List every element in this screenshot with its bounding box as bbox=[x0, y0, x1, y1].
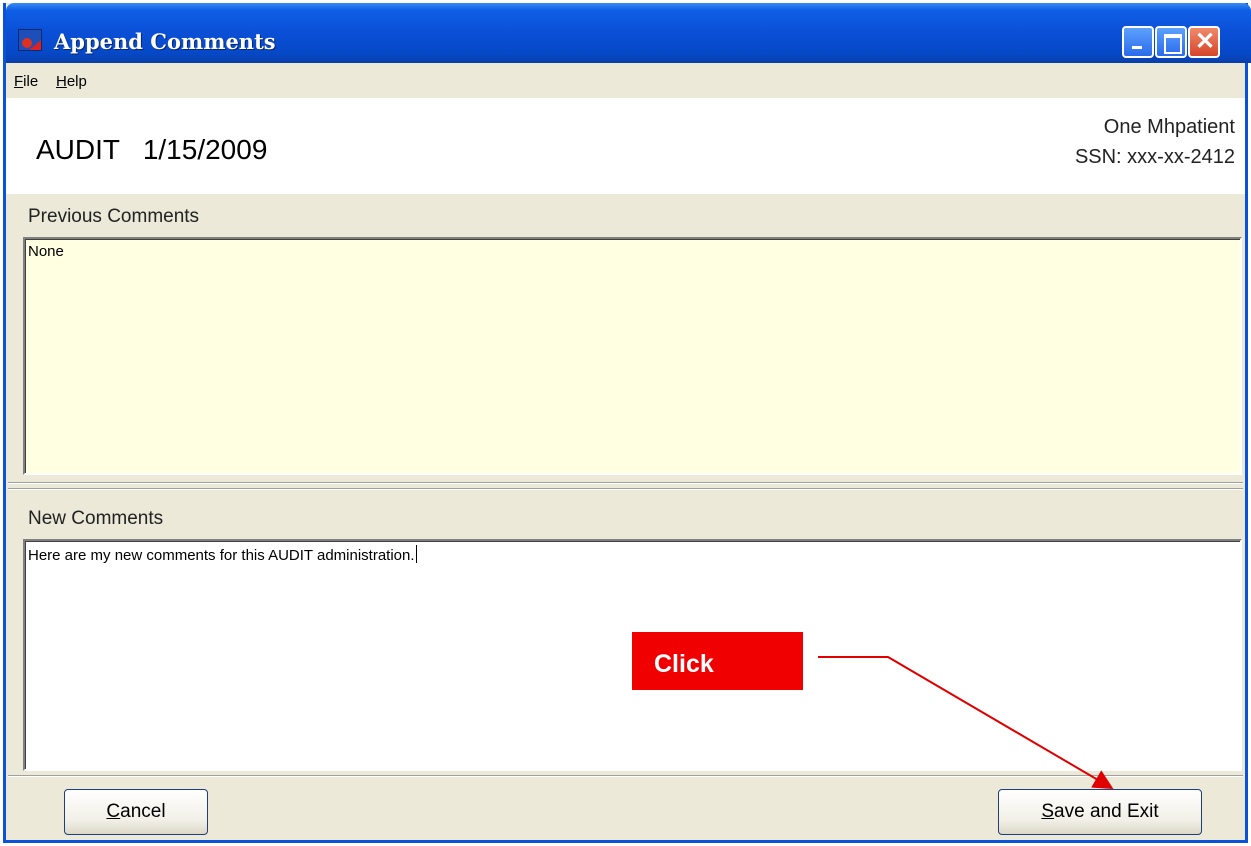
save-and-exit-button[interactable]: Save and Exit bbox=[998, 789, 1202, 835]
header-panel: AUDIT 1/15/2009 One Mhpatient SSN: xxx-x… bbox=[6, 98, 1245, 194]
new-comments-label: New Comments bbox=[28, 508, 164, 529]
new-comments-text: Here are my new comments for this AUDIT … bbox=[28, 547, 415, 564]
splitter[interactable] bbox=[8, 482, 1243, 484]
text-caret bbox=[415, 545, 417, 563]
close-button[interactable]: ✕ bbox=[1188, 26, 1220, 58]
splitter-line bbox=[8, 488, 1243, 490]
instrument-date-title: AUDIT 1/15/2009 bbox=[36, 134, 268, 165]
cancel-button[interactable]: Cancel bbox=[64, 789, 208, 835]
patient-ssn: SSN: xxx-xx-2412 bbox=[1074, 146, 1235, 168]
minimize-button[interactable] bbox=[1122, 26, 1154, 58]
menu-file[interactable]: File bbox=[14, 73, 38, 90]
app-icon bbox=[18, 29, 42, 51]
append-comments-window: Append Comments ✕ File Help AUDIT 1/15/2… bbox=[3, 3, 1251, 843]
title-bar[interactable]: Append Comments ✕ bbox=[6, 3, 1251, 63]
button-bar-divider bbox=[8, 775, 1243, 777]
previous-comments-box[interactable]: None bbox=[23, 237, 1242, 475]
previous-comments-label: Previous Comments bbox=[28, 206, 200, 227]
menu-help[interactable]: Help bbox=[56, 73, 87, 90]
window-title: Append Comments bbox=[54, 29, 276, 54]
patient-name: One Mhpatient bbox=[1103, 116, 1235, 138]
previous-comments-text: None bbox=[28, 243, 64, 260]
menu-bar: File Help bbox=[6, 65, 1245, 95]
maximize-icon bbox=[1164, 34, 1182, 54]
maximize-button[interactable] bbox=[1155, 26, 1187, 58]
close-icon: ✕ bbox=[1195, 28, 1216, 55]
click-callout: Click bbox=[632, 632, 803, 690]
minimize-icon bbox=[1132, 46, 1142, 49]
